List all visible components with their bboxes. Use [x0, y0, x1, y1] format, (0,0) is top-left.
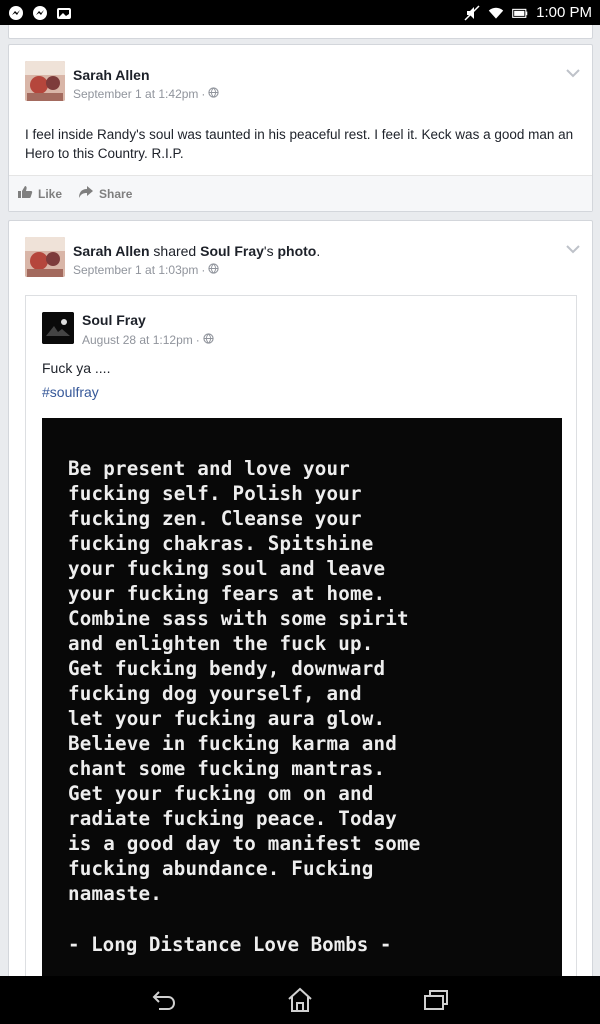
- chevron-down-icon[interactable]: [566, 241, 580, 254]
- home-button[interactable]: [282, 985, 318, 1015]
- globe-icon: [208, 87, 220, 101]
- post-text: I feel inside Randy's soul was taunted i…: [25, 127, 574, 161]
- clock-time: 1:00 PM: [536, 4, 592, 21]
- back-button[interactable]: [146, 985, 182, 1015]
- news-feed[interactable]: Sarah Allen September 1 at 1:42pm · I fe…: [0, 25, 600, 976]
- recent-apps-icon: [424, 990, 448, 1010]
- status-bar: 1:00 PM: [0, 0, 600, 25]
- avatar[interactable]: [25, 237, 65, 277]
- post-card: Sarah Allen September 1 at 1:42pm · I fe…: [8, 44, 593, 212]
- globe-icon: [208, 263, 220, 277]
- chevron-down-icon[interactable]: [566, 65, 580, 78]
- shared-page-name[interactable]: Soul Fray: [200, 243, 264, 259]
- post-meta: September 1 at 1:42pm ·: [73, 87, 220, 101]
- shared-author-name[interactable]: Soul Fray: [82, 312, 146, 328]
- home-icon: [288, 987, 312, 1012]
- post-timestamp[interactable]: August 28 at 1:12pm: [82, 333, 193, 347]
- shared-object-link[interactable]: photo: [277, 243, 316, 259]
- post-card: Sarah Allen shared Soul Fray's photo. Se…: [8, 220, 593, 976]
- shared-post[interactable]: Soul Fray August 28 at 1:12pm · Fuck ya …: [25, 295, 577, 976]
- system-nav-bar: [0, 976, 600, 1024]
- back-icon: [152, 991, 176, 1010]
- avatar[interactable]: [25, 61, 65, 101]
- previous-post-card: [8, 25, 593, 39]
- avatar[interactable]: [42, 312, 74, 344]
- post-timestamp[interactable]: September 1 at 1:42pm: [73, 87, 198, 101]
- hashtag-link[interactable]: #soulfray: [42, 384, 99, 400]
- photo-icon: [56, 5, 72, 21]
- messenger-icon: [8, 5, 24, 21]
- post-header: Sarah Allen September 1 at 1:42pm ·: [9, 45, 592, 103]
- share-button[interactable]: Share: [78, 185, 132, 202]
- photo-attribution: - Long Distance Love Bombs -: [68, 933, 392, 956]
- post-timestamp[interactable]: September 1 at 1:03pm: [73, 263, 198, 277]
- messenger-icon: [32, 5, 48, 21]
- recent-apps-button[interactable]: [418, 985, 454, 1015]
- post-meta: September 1 at 1:03pm ·: [73, 263, 220, 277]
- wifi-icon: [488, 5, 504, 21]
- globe-icon: [203, 333, 214, 347]
- share-label: Share: [99, 186, 133, 201]
- like-button[interactable]: Like: [17, 185, 62, 202]
- author-name[interactable]: Sarah Allen: [73, 243, 150, 259]
- like-label: Like: [38, 186, 63, 201]
- photo-quote-text: Be present and love your fucking self. P…: [68, 457, 421, 905]
- post-meta: August 28 at 1:12pm ·: [82, 333, 214, 347]
- share-headline: Sarah Allen shared Soul Fray's photo.: [73, 243, 321, 259]
- post-actions: Like Share: [9, 175, 592, 211]
- author-name[interactable]: Sarah Allen: [73, 67, 150, 83]
- battery-icon: [512, 5, 528, 21]
- share-arrow-icon: [78, 185, 94, 202]
- shared-post-text: Fuck ya ....: [42, 360, 111, 376]
- thumbs-up-icon: [17, 185, 33, 202]
- shared-photo[interactable]: Be present and love your fucking self. P…: [42, 418, 562, 976]
- mute-icon: [464, 4, 480, 21]
- post-header: Sarah Allen shared Soul Fray's photo. Se…: [9, 221, 592, 279]
